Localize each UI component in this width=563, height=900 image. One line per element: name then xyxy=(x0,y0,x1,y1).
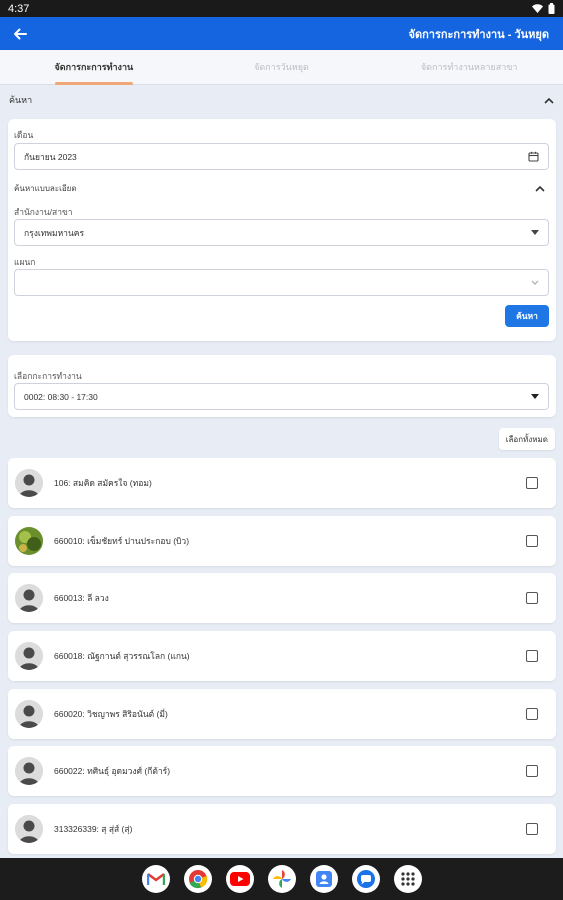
app-dock xyxy=(0,858,563,900)
caret-down-icon xyxy=(531,230,539,235)
app-drawer-icon[interactable] xyxy=(393,865,422,893)
employee-row[interactable]: 660020: วิชญาพร สิริอนันต์ (มี่) xyxy=(8,688,556,739)
employee-name: 660010: เข็มชัยทร์ ปานประกอบ (บิว) xyxy=(54,535,190,546)
search-button[interactable]: ค้นหา xyxy=(505,305,549,327)
status-time: 4:37 xyxy=(8,2,30,15)
chrome-icon[interactable] xyxy=(183,865,212,893)
tab-bar: จัดการกะการทำงาน จัดการวันหยุด จัดการทำง… xyxy=(0,50,563,85)
department-dropdown[interactable] xyxy=(14,269,549,296)
month-picker[interactable]: กันยายน 2023 xyxy=(14,143,549,170)
avatar xyxy=(15,642,43,671)
department-label: แผนก xyxy=(14,257,36,267)
employee-row[interactable]: 660022: ทศินธุ์ อุดมวงศ์ (กีต้าร์) xyxy=(8,746,556,797)
employee-checkbox[interactable] xyxy=(526,765,538,778)
gmail-icon[interactable] xyxy=(141,865,170,893)
employee-checkbox[interactable] xyxy=(526,592,538,605)
page-title: จัดการกะการทำงาน - วันหยุด xyxy=(408,28,549,41)
branch-dropdown[interactable]: กรุงเทพมหานคร xyxy=(14,219,549,246)
employee-name: 660018: ณัฐกานต์ สุวรรณโลก (แกน) xyxy=(54,651,190,662)
employee-name: 660020: วิชญาพร สิริอนันต์ (มี่) xyxy=(54,708,168,719)
shift-dropdown[interactable]: 0002: 08:30 - 17:30 xyxy=(14,383,549,410)
search-section-title: ค้นหา xyxy=(9,95,33,105)
avatar xyxy=(15,815,43,844)
advanced-search-toggle[interactable]: ค้นหาแบบละเอียด xyxy=(14,182,549,195)
employee-row[interactable]: 660013: ลี ลวง xyxy=(8,573,556,624)
employee-list: 106: สมคิด สมัครใจ (ทอม) 660010: เข็มชัยท… xyxy=(8,458,556,862)
employee-checkbox[interactable] xyxy=(526,477,538,489)
calendar-icon xyxy=(528,151,539,162)
employee-row[interactable]: 660010: เข็มชัยทร์ ปานประกอบ (บิว) xyxy=(8,515,556,566)
month-label: เดือน xyxy=(14,130,34,140)
status-icons xyxy=(532,3,555,14)
avatar xyxy=(15,584,43,613)
status-bar: 4:37 xyxy=(0,0,563,17)
employee-row[interactable]: 660018: ณัฐกานต์ สุวรรณโลก (แกน) xyxy=(8,631,556,682)
caret-down-icon xyxy=(531,394,539,399)
search-card: เดือน กันยายน 2023 ค้นหาแบบละเอียด สำนัก… xyxy=(8,119,556,341)
branch-label: สำนักงาน/สาขา xyxy=(14,207,73,217)
avatar xyxy=(15,469,43,497)
select-all-button[interactable]: เลือกทั้งหมด xyxy=(498,428,555,450)
back-button[interactable] xyxy=(8,22,32,46)
tab-holiday-management[interactable]: จัดการวันหยุด xyxy=(188,50,376,84)
employee-row[interactable]: 106: สมคิด สมัครใจ (ทอม) xyxy=(8,458,556,508)
employee-checkbox[interactable] xyxy=(526,823,538,836)
branch-value: กรุงเทพมหานคร xyxy=(24,227,85,238)
tab-shift-management[interactable]: จัดการกะการทำงาน xyxy=(0,50,188,85)
advanced-search-label: ค้นหาแบบละเอียด xyxy=(14,184,77,193)
chevron-up-icon xyxy=(535,185,545,192)
tab-multi-branch[interactable]: จัดการทำงานหลายสาขา xyxy=(375,50,563,84)
arrow-left-icon xyxy=(14,28,27,39)
avatar xyxy=(15,757,43,786)
shift-card: เลือกกะการทำงาน 0002: 08:30 - 17:30 xyxy=(8,355,556,417)
youtube-icon[interactable] xyxy=(225,865,254,893)
employee-checkbox[interactable] xyxy=(526,534,538,547)
shift-label: เลือกกะการทำงาน xyxy=(14,371,82,381)
photos-icon[interactable] xyxy=(267,865,296,893)
avatar xyxy=(15,526,43,555)
employee-name: 660022: ทศินธุ์ อุดมวงศ์ (กีต้าร์) xyxy=(54,766,171,777)
employee-checkbox[interactable] xyxy=(526,650,538,663)
month-value: กันยายน 2023 xyxy=(24,151,77,162)
avatar xyxy=(15,699,43,728)
chevron-up-icon xyxy=(544,97,554,104)
employee-name: 106: สมคิด สมัครใจ (ทอม) xyxy=(54,478,152,488)
shift-value: 0002: 08:30 - 17:30 xyxy=(24,391,98,402)
wifi-icon xyxy=(532,4,543,13)
contacts-icon[interactable] xyxy=(309,865,338,893)
battery-icon xyxy=(548,3,555,14)
employee-checkbox[interactable] xyxy=(526,707,538,720)
search-section-header[interactable]: ค้นหา xyxy=(0,88,563,112)
employee-name: 313326339: สุ สุ่ส์ (สุ่) xyxy=(54,824,133,835)
employee-name: 660013: ลี ลวง xyxy=(54,593,109,604)
chevron-down-icon xyxy=(531,280,539,285)
app-bar: จัดการกะการทำงาน - วันหยุด xyxy=(0,17,563,50)
messages-icon[interactable] xyxy=(351,865,380,893)
employee-row[interactable]: 313326339: สุ สุ่ส์ (สุ่) xyxy=(8,804,556,855)
